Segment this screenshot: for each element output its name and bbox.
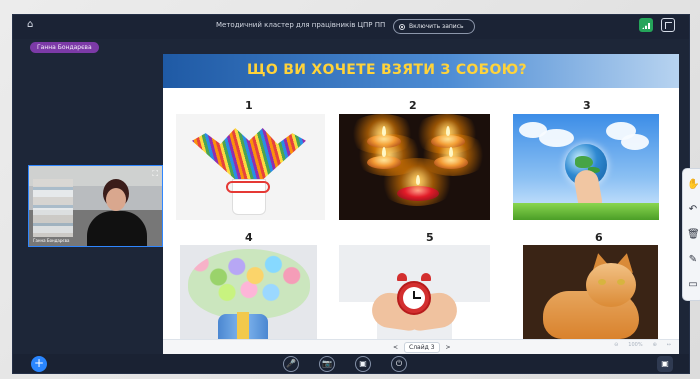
candles-image <box>339 114 490 220</box>
meeting-title: Методичний кластер для працівників ЦПР П… <box>216 21 386 29</box>
cloud-4 <box>621 134 649 150</box>
top-right-tools <box>639 18 675 32</box>
flame-3 <box>382 147 386 157</box>
clock-face <box>403 287 425 309</box>
record-label: Включить запись <box>409 23 464 30</box>
leave-call-button[interactable]: ⏻ <box>391 356 407 372</box>
slide-controls: < Слайд 3 > ⊖ 100% ⊕ ↔ <box>163 339 679 354</box>
bottom-toolbar: + 🎤 📷 ▣ ⏻ ▣ <box>13 354 689 373</box>
slide-title: ЩО ВИ ХОЧЕТЕ ВЗЯТИ З СОБОЮ? <box>247 62 527 78</box>
item-number-3: 3 <box>583 99 591 112</box>
hand-icon[interactable]: ✋ <box>687 179 699 191</box>
flame-1 <box>382 126 386 136</box>
active-speaker-badge: Ганна Бондарєва <box>30 42 99 53</box>
screen-frame: ⌂ Методичний кластер для працівників ЦПР… <box>0 0 700 379</box>
flame-4 <box>449 147 453 157</box>
cat-image <box>523 245 658 354</box>
add-button[interactable]: + <box>31 356 47 372</box>
settings-button[interactable]: ▣ <box>657 356 673 372</box>
candle-3 <box>367 156 401 169</box>
globe-image <box>513 114 659 220</box>
glasses-icon <box>226 181 270 193</box>
screen-share-button[interactable]: ▣ <box>355 356 371 372</box>
grass-strip <box>513 203 659 220</box>
item-number-4: 4 <box>245 231 253 244</box>
item-number-6: 6 <box>595 231 603 244</box>
participant-video-tile[interactable]: ⛶ Ганна Бондарєва <box>28 165 163 247</box>
zoom-in-icon[interactable]: ⊕ <box>653 342 657 348</box>
microphone-button[interactable]: 🎤 <box>283 356 299 372</box>
flowers-image <box>180 245 317 354</box>
participant-face <box>106 188 126 211</box>
participant-body <box>87 211 147 246</box>
flame-5 <box>416 175 420 185</box>
slide-header: ЩО ВИ ХОЧЕТЕ ВЗЯТИ З СОБОЮ? <box>163 54 679 88</box>
network-signal-icon[interactable] <box>639 18 653 32</box>
next-slide-button[interactable]: > <box>446 344 451 351</box>
zoom-level: 100% <box>628 342 643 348</box>
alarm-clock-icon <box>397 281 431 315</box>
panel-toggle-icon[interactable] <box>661 18 675 32</box>
whiteboard-tools: ✋ ↶ 🗑 ✎ ▭ <box>683 169 700 300</box>
fullscreen-icon[interactable]: ↔ <box>667 342 671 348</box>
slide-selector[interactable]: Слайд 3 <box>404 342 440 353</box>
cat-right-eye <box>617 279 625 285</box>
image-icon[interactable]: ▭ <box>687 279 699 291</box>
cloud-2 <box>539 129 574 147</box>
background-shelf <box>33 179 73 237</box>
flower-bouquet <box>188 249 310 319</box>
candle-2 <box>431 135 465 148</box>
presentation-slide: ЩО ВИ ХОЧЕТЕ ВЗЯТИ З СОБОЮ? 1 2 3 4 5 6 <box>163 54 700 354</box>
pen-icon[interactable]: ✎ <box>687 254 699 266</box>
red-candle <box>397 186 439 201</box>
zoom-out-icon[interactable]: ⊖ <box>614 342 618 348</box>
item-number-5: 5 <box>426 231 434 244</box>
clock-bell-left <box>397 273 407 281</box>
slide-pager: < Слайд 3 > <box>393 342 451 353</box>
item-number-2: 2 <box>409 99 417 112</box>
candle-4 <box>434 156 468 169</box>
flame-2 <box>446 126 450 136</box>
participant-name: Ганна Бондарєва <box>33 238 70 243</box>
prev-slide-button[interactable]: < <box>393 344 398 351</box>
zoom-controls: ⊖ 100% ⊕ ↔ <box>614 342 671 348</box>
clock-image <box>339 245 490 354</box>
trash-icon[interactable]: 🗑 <box>687 229 700 241</box>
expand-icon[interactable]: ⛶ <box>152 169 158 179</box>
cat-left-eye <box>598 279 606 285</box>
clock-bell-right <box>421 273 431 281</box>
cat-head <box>586 263 636 307</box>
record-button[interactable]: Включить запись <box>393 19 475 34</box>
back-icon[interactable]: ⌂ <box>27 19 33 30</box>
conference-app: ⌂ Методичний кластер для працівників ЦПР… <box>12 14 700 374</box>
undo-icon[interactable]: ↶ <box>687 204 699 216</box>
pencils-image <box>176 114 325 220</box>
item-number-1: 1 <box>245 99 253 112</box>
top-bar: ⌂ Методичний кластер для працівників ЦПР… <box>13 15 689 39</box>
record-icon <box>399 23 405 30</box>
camera-button[interactable]: 📷 <box>319 356 335 372</box>
